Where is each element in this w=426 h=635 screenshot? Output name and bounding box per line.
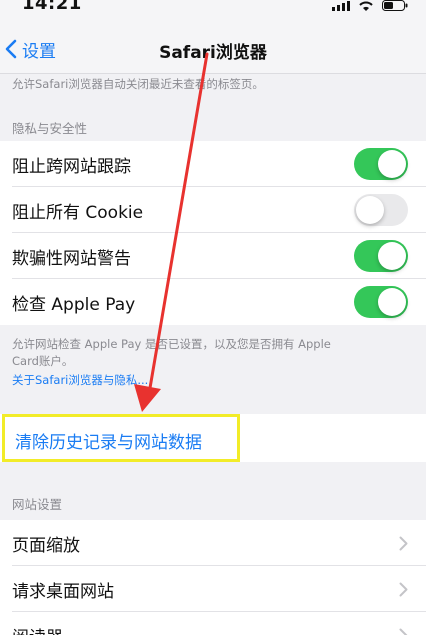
annotation-arrow [134,52,209,412]
